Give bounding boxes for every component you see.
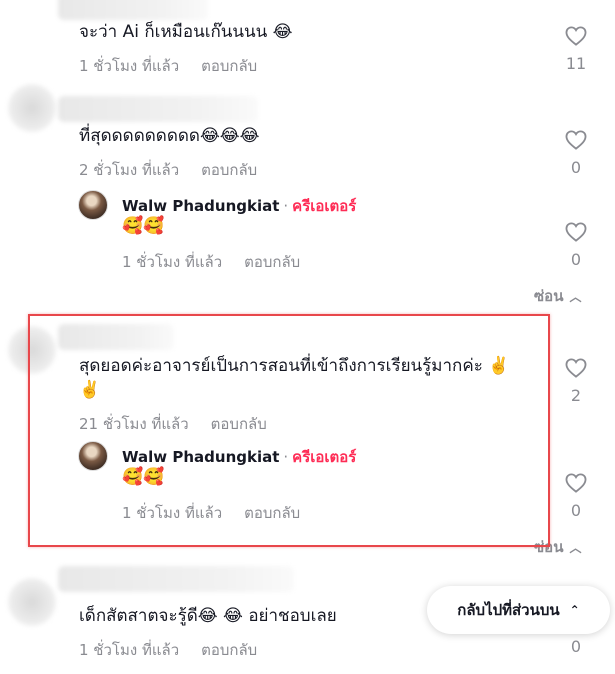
like-count: 0: [570, 158, 582, 177]
blurred-username: [58, 0, 208, 20]
reply-button[interactable]: ตอบกลับ: [201, 641, 257, 659]
reply-author[interactable]: Walw Phadungkiat: [122, 197, 279, 215]
heart-icon: [565, 473, 587, 493]
avatar: [8, 578, 56, 626]
like-button[interactable]: 0: [560, 130, 592, 177]
like-count: 0: [570, 637, 582, 656]
comment-text: จะว่า Ai ก็เหมือนเก๊นนนน 😂: [79, 22, 293, 42]
separator: ·: [283, 197, 289, 215]
comment-meta: 1 ชั่วโมง ที่แล้ว ตอบกลับ: [79, 54, 257, 78]
back-to-top-label: กลับไปที่ส่วนบน: [457, 601, 560, 619]
creator-avatar[interactable]: [78, 190, 108, 220]
blurred-username: [58, 96, 258, 122]
reply-meta: 1 ชั่วโมง ที่แล้ว ตอบกลับ: [122, 250, 300, 274]
comment-meta: 2 ชั่วโมง ที่แล้ว ตอบกลับ: [79, 158, 257, 182]
creator-badge: ครีเอเตอร์: [292, 197, 357, 215]
heart-icon: [565, 222, 587, 242]
like-button[interactable]: 2: [560, 358, 592, 405]
hide-replies-button[interactable]: ซ่อน ︿: [534, 284, 581, 308]
reply-time: 1 ชั่วโมง ที่แล้ว: [122, 253, 223, 271]
blurred-username: [58, 566, 294, 592]
reply-author-line: Walw Phadungkiat · ครีเอเตอร์: [122, 194, 356, 218]
heart-icon: [565, 358, 587, 378]
avatar: [8, 84, 56, 132]
heart-icon: [565, 130, 587, 150]
reply-text: 🥰🥰: [122, 216, 165, 236]
reply-button[interactable]: ตอบกลับ: [201, 161, 257, 179]
like-count: 0: [570, 501, 582, 520]
reply-button[interactable]: ตอบกลับ: [244, 253, 300, 271]
chevron-up-icon: ︿: [569, 290, 582, 304]
like-count: 2: [570, 386, 582, 405]
like-button[interactable]: 0: [560, 473, 592, 520]
highlight-annotation-box: [28, 314, 550, 547]
comment-meta: 1 ชั่วโมง ที่แล้ว ตอบกลับ: [79, 638, 257, 662]
like-count: 0: [570, 250, 582, 269]
comment-time: 1 ชั่วโมง ที่แล้ว: [79, 641, 180, 659]
back-to-top-button[interactable]: กลับไปที่ส่วนบน ⌃: [427, 586, 610, 634]
comment-text: เด็กสัตสาตจะรู้ดี😂 😂 อย่าชอบเลย: [79, 606, 337, 626]
heart-icon: [565, 26, 587, 46]
like-count: 11: [565, 54, 587, 73]
like-button[interactable]: 0: [560, 222, 592, 269]
like-button[interactable]: 11: [560, 26, 592, 73]
double-chevron-up-icon: ⌃: [569, 603, 580, 617]
comment-time: 1 ชั่วโมง ที่แล้ว: [79, 57, 180, 75]
comment-time: 2 ชั่วโมง ที่แล้ว: [79, 161, 180, 179]
reply-button[interactable]: ตอบกลับ: [201, 57, 257, 75]
comment-text: ที่สุดดดดดดดดด😂😂😂: [79, 126, 260, 146]
hide-label: ซ่อน: [534, 287, 564, 305]
chevron-up-icon: ︿: [569, 541, 582, 555]
